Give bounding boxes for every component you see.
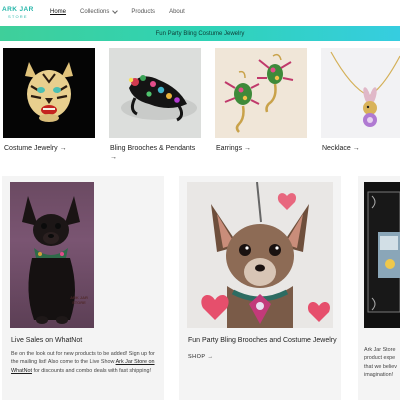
nav-item-collections[interactable]: Collections bbox=[80, 7, 119, 15]
jewelry-box-image bbox=[364, 182, 400, 328]
collection-card-necklace[interactable]: Necklace → bbox=[321, 48, 400, 153]
arrow-right-icon: → bbox=[352, 145, 360, 152]
collection-card-costume-jewelry[interactable]: Costume Jewelry → bbox=[3, 48, 95, 153]
announcement-text: Fun Party Bling Costume Jewelry bbox=[155, 30, 245, 37]
tiger-brooch-image[interactable] bbox=[3, 48, 95, 138]
collection-label[interactable]: Bling Brooches & Pendants → bbox=[109, 144, 201, 163]
store-info-text: Ark Jar Store product expe that we belie… bbox=[364, 347, 397, 379]
nav-products-label: Products bbox=[131, 9, 156, 15]
feature-card-party-bling: Fun Party Bling Brooches and Costume Jew… bbox=[179, 176, 341, 400]
collection-label[interactable]: Costume Jewelry → bbox=[3, 144, 95, 153]
nav-item-about[interactable]: About bbox=[169, 9, 185, 15]
site-header: ARK JAR STORE Home Collections Products … bbox=[0, 0, 400, 26]
brand-name: ARK JAR bbox=[2, 6, 34, 13]
collection-card-earrings[interactable]: Earrings → bbox=[215, 48, 307, 153]
frog-brooch-image[interactable] bbox=[109, 48, 201, 138]
dog-photo-image: ARK JAR STORE bbox=[10, 182, 94, 328]
nav-home-label: Home bbox=[50, 9, 67, 15]
collection-label[interactable]: Necklace → bbox=[321, 144, 400, 153]
feature-card-live-sales: ARK JAR STORE Live Sales on WhatNot Be o… bbox=[2, 176, 164, 400]
collection-list: Costume Jewelry → Bling Brooches & Penda… bbox=[0, 48, 400, 168]
collection-card-bling-brooches[interactable]: Bling Brooches & Pendants → bbox=[109, 48, 201, 163]
nav-item-products[interactable]: Products bbox=[131, 9, 155, 15]
party-bling-title: Fun Party Bling Brooches and Costume Jew… bbox=[188, 337, 337, 344]
nav-item-home[interactable]: Home bbox=[50, 9, 66, 15]
arrow-right-icon: → bbox=[207, 354, 214, 360]
chevron-down-icon bbox=[112, 7, 119, 14]
brand-watermark-logo: ARK JAR STORE bbox=[70, 295, 88, 305]
live-sales-description: Be on the look out for new products to b… bbox=[11, 351, 155, 374]
arrow-right-icon: → bbox=[244, 145, 252, 152]
brand-logo[interactable]: ARK JAR STORE bbox=[2, 6, 38, 20]
live-sales-title: Live Sales on WhatNot bbox=[11, 337, 83, 344]
nav-about-label: About bbox=[169, 9, 185, 15]
shop-link[interactable]: SHOP → bbox=[188, 354, 214, 360]
chihuahua-photo-image bbox=[187, 182, 333, 328]
bunny-necklace-image[interactable] bbox=[321, 48, 400, 138]
scorpion-earrings-image[interactable] bbox=[215, 48, 307, 138]
brand-tagline: STORE bbox=[8, 14, 28, 19]
collection-label[interactable]: Earrings → bbox=[215, 144, 307, 153]
announcement-bar[interactable]: Fun Party Bling Costume Jewelry bbox=[0, 26, 400, 41]
feature-card-store-info: Ark Jar Store product expe that we belie… bbox=[358, 176, 400, 400]
nav-collections-label: Collections bbox=[80, 9, 110, 15]
arrow-right-icon: → bbox=[59, 145, 67, 152]
arrow-right-icon: → bbox=[110, 154, 117, 162]
main-nav: Home Collections Products About bbox=[50, 7, 199, 15]
